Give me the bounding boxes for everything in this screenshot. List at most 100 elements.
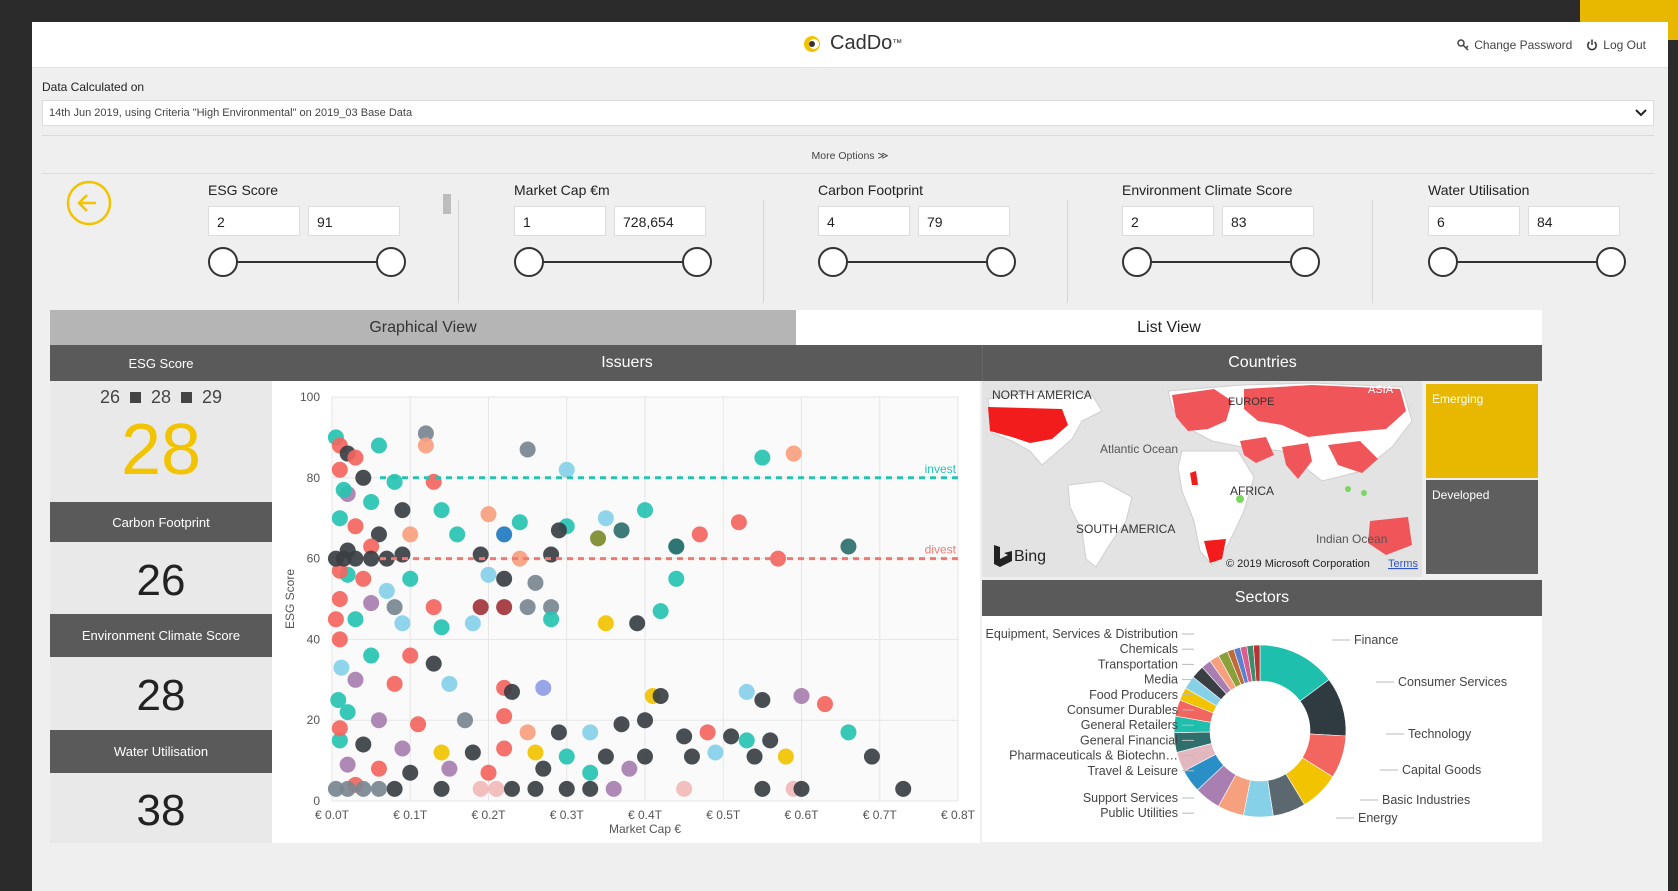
data-point	[558, 780, 575, 797]
sectors-donut-chart[interactable]: Oil Equipment, Services & DistributionCh…	[967, 616, 1542, 842]
score-panel: 26 28 29 28 Carbon Footprint 26 Environm…	[50, 381, 272, 843]
filter-carbon-footprint: Carbon Footprint 4 79	[818, 182, 1016, 278]
data-point	[347, 449, 364, 466]
data-point	[754, 692, 771, 708]
tab-graphical-view[interactable]: Graphical View	[50, 310, 796, 345]
data-point	[496, 740, 513, 757]
data-point	[402, 764, 419, 781]
data-point	[457, 712, 474, 729]
data-point	[597, 748, 614, 765]
slider-max-handle[interactable]	[376, 247, 406, 277]
y-tick-label: 60	[307, 552, 321, 566]
data-point	[738, 732, 755, 749]
x-tick-label: € 0.4T	[628, 808, 663, 822]
slider-max-handle[interactable]	[682, 247, 712, 277]
data-point	[519, 441, 536, 458]
sector-label: Finance	[1354, 633, 1399, 647]
scrollbar-thumb[interactable]	[443, 194, 451, 214]
data-point	[613, 716, 630, 733]
sector-label: General Retailers	[1081, 718, 1178, 732]
esg-range-high: 29	[202, 387, 223, 407]
map-copyright: © 2019 Microsoft Corporation	[1226, 558, 1370, 570]
data-point	[496, 526, 513, 543]
slider-min-handle[interactable]	[514, 247, 544, 277]
data-point	[863, 748, 880, 765]
carbon-footprint-value: 26	[136, 556, 186, 605]
filter-max-input[interactable]: 84	[1528, 206, 1620, 236]
sector-label: Chemicals	[1120, 642, 1178, 656]
data-point	[668, 538, 685, 555]
filter-min-input[interactable]: 2	[208, 206, 300, 236]
sector-label: Consumer Services	[1398, 675, 1507, 689]
slider-min-handle[interactable]	[208, 247, 238, 277]
change-password-link[interactable]: Change Password	[1457, 38, 1572, 52]
calculation-select[interactable]: 14th Jun 2019, using Criteria "High Envi…	[42, 100, 1654, 126]
countries-map[interactable]: NORTH AMERICA EUROPE ASIA Atlantic Ocean…	[982, 381, 1422, 577]
data-point	[613, 522, 630, 539]
filter-max-input[interactable]: 728,654	[614, 206, 706, 236]
range-slider[interactable]	[514, 246, 712, 278]
data-point	[433, 744, 450, 761]
data-point	[527, 780, 544, 797]
emerging-legend[interactable]: Emerging	[1426, 384, 1538, 478]
range-slider[interactable]	[1428, 246, 1626, 278]
filter-min-input[interactable]: 1	[514, 206, 606, 236]
issuers-scatter-plot[interactable]: € 0.0T € 0.1T € 0.2T € 0.3T € 0.4T € 0.5T € 0.…	[272, 381, 980, 843]
slider-track	[1136, 261, 1306, 263]
slider-max-handle[interactable]	[1596, 247, 1626, 277]
label-atlantic-ocean: Atlantic Ocean	[1100, 442, 1178, 456]
data-point	[472, 546, 489, 563]
slider-min-handle[interactable]	[1122, 247, 1152, 277]
esg-score-header: ESG Score	[50, 345, 272, 381]
filter-title: ESG Score	[208, 182, 279, 198]
filter-max-input[interactable]: 83	[1222, 206, 1314, 236]
data-point	[652, 687, 669, 704]
data-point	[441, 675, 458, 692]
data-calculated-label: Data Calculated on	[42, 80, 145, 94]
data-point	[777, 748, 794, 765]
data-point	[558, 748, 575, 765]
map-terms-link[interactable]: Terms	[1388, 558, 1418, 570]
range-slider[interactable]	[1122, 246, 1320, 278]
data-point	[331, 591, 348, 607]
brand-logo[interactable]: CadDo ™	[802, 32, 902, 55]
filter-min-input[interactable]: 2	[1122, 206, 1214, 236]
water-utilisation-value: 38	[136, 786, 186, 835]
back-arrow-icon[interactable]	[66, 180, 112, 226]
data-point	[464, 615, 481, 632]
data-point	[637, 748, 653, 765]
data-point	[355, 736, 372, 753]
slider-max-handle[interactable]	[1290, 247, 1320, 277]
slider-track	[1442, 261, 1612, 263]
data-point	[621, 760, 638, 777]
change-password-label: Change Password	[1474, 38, 1573, 52]
data-point	[582, 764, 599, 781]
more-options-toggle[interactable]: More Options ≫	[32, 150, 1668, 162]
data-point	[738, 683, 755, 700]
reference-label-invest: invest	[925, 462, 957, 476]
developed-legend[interactable]: Developed	[1426, 480, 1538, 574]
x-tick-label: € 0.0T	[315, 808, 350, 822]
filter-max-input[interactable]: 91	[308, 206, 400, 236]
sector-label: Pharmaceuticals & Biotechn…	[1009, 749, 1178, 763]
logout-link[interactable]: Log Out	[1586, 38, 1646, 52]
tab-list-view[interactable]: List View	[796, 310, 1542, 345]
sector-label: Consumer Durables	[1067, 703, 1178, 717]
slider-min-handle[interactable]	[1428, 247, 1458, 277]
range-slider[interactable]	[818, 246, 1016, 278]
data-point	[496, 708, 513, 725]
data-point	[394, 546, 411, 563]
data-point	[895, 780, 912, 797]
filter-max-input[interactable]: 79	[918, 206, 1010, 236]
data-point	[629, 615, 646, 632]
trademark-mark: ™	[892, 38, 903, 49]
range-slider[interactable]	[208, 246, 406, 278]
data-point	[637, 502, 653, 519]
slider-min-handle[interactable]	[818, 247, 848, 277]
slider-max-handle[interactable]	[986, 247, 1016, 277]
esg-score-value: 28	[120, 410, 202, 490]
filter-min-input[interactable]: 6	[1428, 206, 1520, 236]
filter-min-input[interactable]: 4	[818, 206, 910, 236]
data-point	[840, 538, 857, 555]
data-point	[433, 619, 450, 636]
